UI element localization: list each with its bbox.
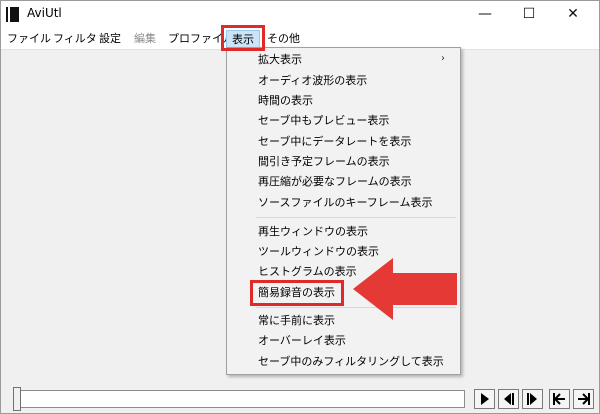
menu-settings[interactable]: 設定 (99, 31, 121, 46)
menu-other[interactable]: その他 (267, 31, 300, 46)
menu-item-zoom-display[interactable]: 拡大表示 (258, 53, 302, 67)
go-start-button[interactable] (549, 389, 570, 409)
minimize-button[interactable]: — (463, 1, 507, 28)
app-icon (8, 7, 19, 22)
menu-item-audio-waveform[interactable]: オーディオ波形の表示 (258, 74, 367, 88)
menu-item-source-keyframes[interactable]: ソースファイルのキーフレーム表示 (258, 196, 432, 210)
prev-frame-button[interactable] (498, 389, 519, 409)
next-frame-icon (527, 393, 537, 405)
aviutl-window: AviUtl — ☐ ✕ ファイル フィルタ 設定 編集 プロファイル 表示 そ… (0, 0, 600, 414)
next-frame-button[interactable] (522, 389, 543, 409)
go-start-icon (553, 393, 565, 405)
window-title: AviUtl (27, 6, 62, 20)
close-button[interactable]: ✕ (551, 1, 595, 28)
go-end-icon (578, 393, 590, 405)
title-bar[interactable]: AviUtl — ☐ ✕ (1, 1, 599, 28)
submenu-arrow-icon: › (441, 53, 445, 64)
maximize-button[interactable]: ☐ (507, 1, 551, 28)
timeline-slider[interactable] (13, 390, 465, 408)
menu-item-tool-window[interactable]: ツールウィンドウの表示 (258, 245, 379, 259)
menu-edit[interactable]: 編集 (134, 31, 156, 46)
menu-filter[interactable]: フィルタ (53, 31, 97, 46)
menu-file[interactable]: ファイル (7, 31, 51, 46)
prev-frame-icon (504, 393, 514, 405)
menu-item-datarate-while-saving[interactable]: セーブ中にデータレートを表示 (258, 135, 411, 149)
simple-recording-highlight (250, 280, 344, 306)
red-pointer-arrow-icon (353, 258, 457, 320)
menu-item-decimation-frames[interactable]: 間引き予定フレームの表示 (258, 155, 390, 169)
menu-item-recompress-frames[interactable]: 再圧縮が必要なフレームの表示 (258, 175, 412, 189)
menu-item-time-display[interactable]: 時間の表示 (258, 94, 313, 108)
play-button[interactable] (474, 389, 495, 409)
play-icon (481, 393, 489, 405)
go-end-button[interactable] (573, 389, 594, 409)
menu-item-filter-only-while-saving[interactable]: セーブ中のみフィルタリングして表示 (258, 355, 444, 369)
playback-bar (1, 384, 599, 413)
slider-thumb[interactable] (13, 387, 21, 411)
menu-item-histogram[interactable]: ヒストグラムの表示 (258, 265, 357, 279)
menu-item-playback-window[interactable]: 再生ウィンドウの表示 (258, 225, 368, 239)
menu-item-always-on-top[interactable]: 常に手前に表示 (258, 314, 335, 328)
menu-item-preview-while-saving[interactable]: セーブ中もプレビュー表示 (258, 114, 389, 128)
menu-item-overlay[interactable]: オーバーレイ表示 (258, 334, 346, 348)
menu-separator (256, 217, 456, 218)
menu-view-highlight (221, 25, 265, 51)
view-menu-dropdown: 拡大表示 › オーディオ波形の表示 時間の表示 セーブ中もプレビュー表示 セーブ… (226, 47, 461, 375)
